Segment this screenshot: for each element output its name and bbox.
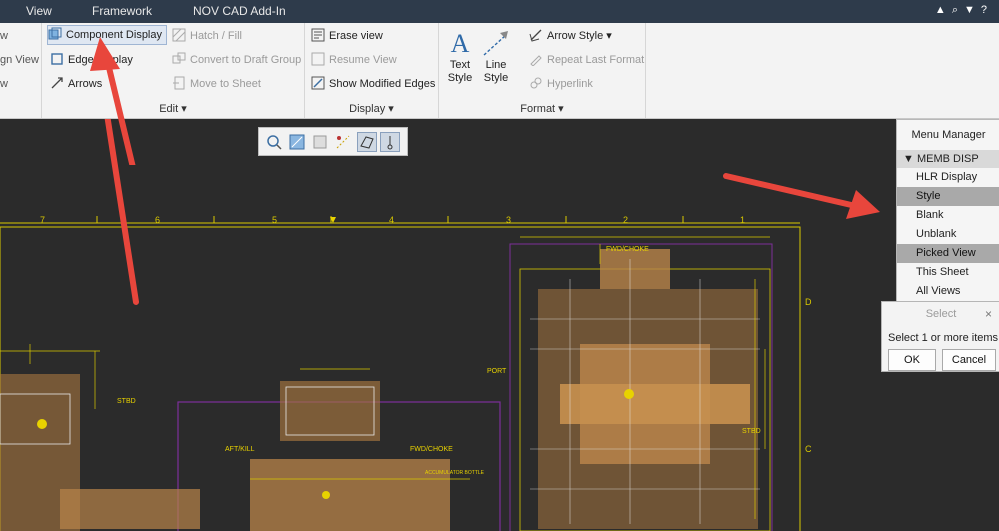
drawing-canvas[interactable]: 7 6 5 4 3 2 1 D C FWD/CHOKE PORT STBD ST… xyxy=(0,119,999,531)
menu-item-hlr-display[interactable]: HLR Display xyxy=(897,168,999,187)
right-view-drawing xyxy=(519,236,771,531)
ok-button[interactable]: OK xyxy=(888,349,936,371)
zone-number-1: 1 xyxy=(740,215,745,225)
zone-number-6: 6 xyxy=(155,215,160,225)
line-style-button[interactable]: Line Style xyxy=(481,29,511,85)
line-style-icon xyxy=(481,29,511,59)
cutoff-item-1[interactable]: w xyxy=(0,27,8,45)
text-style-label-2: Style xyxy=(447,72,473,84)
label-accumulator: ACCUMULATOR BOTTLE xyxy=(425,470,485,476)
cutoff-item-2[interactable]: gn View xyxy=(0,51,39,69)
line-style-label-2: Style xyxy=(483,72,509,84)
select-dialog-message: Select 1 or more items. xyxy=(888,332,999,344)
drawing-svg[interactable]: 7 6 5 4 3 2 1 D C FWD/CHOKE PORT STBD ST… xyxy=(0,119,999,531)
menu-section-memb-disp[interactable]: ▼ MEMB DISP xyxy=(897,150,999,168)
menu-item-all-views[interactable]: All Views xyxy=(897,282,999,301)
format-group-label[interactable]: Format ▾ xyxy=(439,102,645,115)
menu-manager-title: Menu Manager xyxy=(911,129,986,141)
annotation-arrow-right xyxy=(723,173,880,219)
zone-number-7: 7 xyxy=(40,215,45,225)
erase-view-icon xyxy=(311,28,325,42)
select-dialog: Select × Select 1 or more items. OK Canc… xyxy=(881,301,999,372)
ribbon-group-cutoff: w gn View w xyxy=(0,23,42,118)
erase-view-button[interactable]: Erase view xyxy=(311,27,383,45)
collapse-triangle-icon: ▼ xyxy=(903,153,914,165)
repeat-last-format-button[interactable]: Repeat Last Format xyxy=(529,51,644,69)
cutoff-item-3[interactable]: w xyxy=(0,75,8,93)
label-fwd-choke-mid: FWD/CHOKE xyxy=(410,446,453,453)
menu-item-unblank[interactable]: Unblank xyxy=(897,225,999,244)
ribbon-group-display: Erase view Resume View Show Modified Edg… xyxy=(305,23,439,118)
resume-view-icon xyxy=(311,52,325,66)
zone-letter-d: D xyxy=(805,297,812,307)
menu-item-blank[interactable]: Blank xyxy=(897,206,999,225)
text-style-label-1: Text xyxy=(449,59,471,71)
menu-item-style[interactable]: Style xyxy=(897,187,999,206)
zone-number-2: 2 xyxy=(623,215,628,225)
display-style-icon[interactable] xyxy=(357,132,377,152)
label-port: PORT xyxy=(487,368,507,375)
select-dialog-title: Select xyxy=(925,308,957,320)
arrow-style-button[interactable]: Arrow Style ▾ xyxy=(529,27,612,45)
tab-framework[interactable]: Framework xyxy=(92,4,152,18)
show-modified-edges-button[interactable]: Show Modified Edges xyxy=(311,75,435,93)
help-icon[interactable]: ? xyxy=(981,4,993,16)
label-aft-kill: AFT/KILL xyxy=(225,446,255,453)
quick-icons: ▲⌕▼? xyxy=(935,4,993,17)
zone-letter-c: C xyxy=(805,444,812,454)
resume-view-button[interactable]: Resume View xyxy=(311,51,397,69)
minimize-ribbon-icon[interactable]: ▲ xyxy=(935,4,952,16)
annotation-display-icon[interactable] xyxy=(380,132,400,152)
repaint-icon[interactable] xyxy=(310,132,330,152)
label-fwd-choke-top: FWD/CHOKE xyxy=(606,246,649,253)
hyperlink-label: Hyperlink xyxy=(547,78,593,90)
hyperlink-icon xyxy=(529,76,543,90)
modified-edges-icon xyxy=(311,76,325,90)
line-style-label-1: Line xyxy=(485,59,507,71)
annotation-arrow-head-left xyxy=(90,37,136,165)
show-modified-edges-label: Show Modified Edges xyxy=(329,78,436,90)
tab-nov-cad-add-in[interactable]: NOV CAD Add-In xyxy=(193,4,286,18)
graduation-cap-icon[interactable]: ▼ xyxy=(964,4,981,16)
repeat-format-icon xyxy=(529,52,543,67)
zone-number-3: 3 xyxy=(506,215,511,225)
menu-item-picked-view[interactable]: Picked View xyxy=(897,244,999,263)
arrow-style-label: Arrow Style xyxy=(547,30,604,42)
zone-number-4: 4 xyxy=(389,215,394,225)
left-view-drawing xyxy=(0,344,200,531)
cancel-button[interactable]: Cancel xyxy=(942,349,996,371)
repeat-last-format-label: Repeat Last Format xyxy=(547,54,645,66)
erase-view-label: Erase view xyxy=(329,30,383,42)
label-stbd-left: STBD xyxy=(117,398,136,405)
arrow-style-icon xyxy=(529,28,543,42)
hyperlink-button[interactable]: Hyperlink xyxy=(529,75,593,93)
text-style-button[interactable]: A Text Style xyxy=(445,29,475,85)
refit-icon[interactable] xyxy=(287,132,307,152)
resume-view-label: Resume View xyxy=(329,54,397,66)
graphics-toolbar xyxy=(258,127,408,156)
datum-display-icon[interactable] xyxy=(333,132,353,152)
menu-manager: Menu Manager ▼ MEMB DISP HLR Display Sty… xyxy=(896,119,999,302)
zoom-icon[interactable] xyxy=(264,132,284,152)
ribbon-group-format: A Text Style Line Style Arrow Style ▾ Re… xyxy=(439,23,646,118)
search-help-icon[interactable]: ⌕ xyxy=(952,4,964,16)
menu-item-this-sheet[interactable]: This Sheet xyxy=(897,263,999,282)
tab-view[interactable]: View xyxy=(26,4,52,18)
text-style-icon: A xyxy=(450,29,470,58)
display-group-label[interactable]: Display ▾ xyxy=(305,102,438,115)
label-stbd-right: STBD xyxy=(742,428,761,435)
zone-number-5: 5 xyxy=(272,215,277,225)
ribbon-tab-bar: View Framework NOV CAD Add-In ▲⌕▼? xyxy=(0,0,999,23)
close-icon[interactable]: × xyxy=(985,307,992,321)
